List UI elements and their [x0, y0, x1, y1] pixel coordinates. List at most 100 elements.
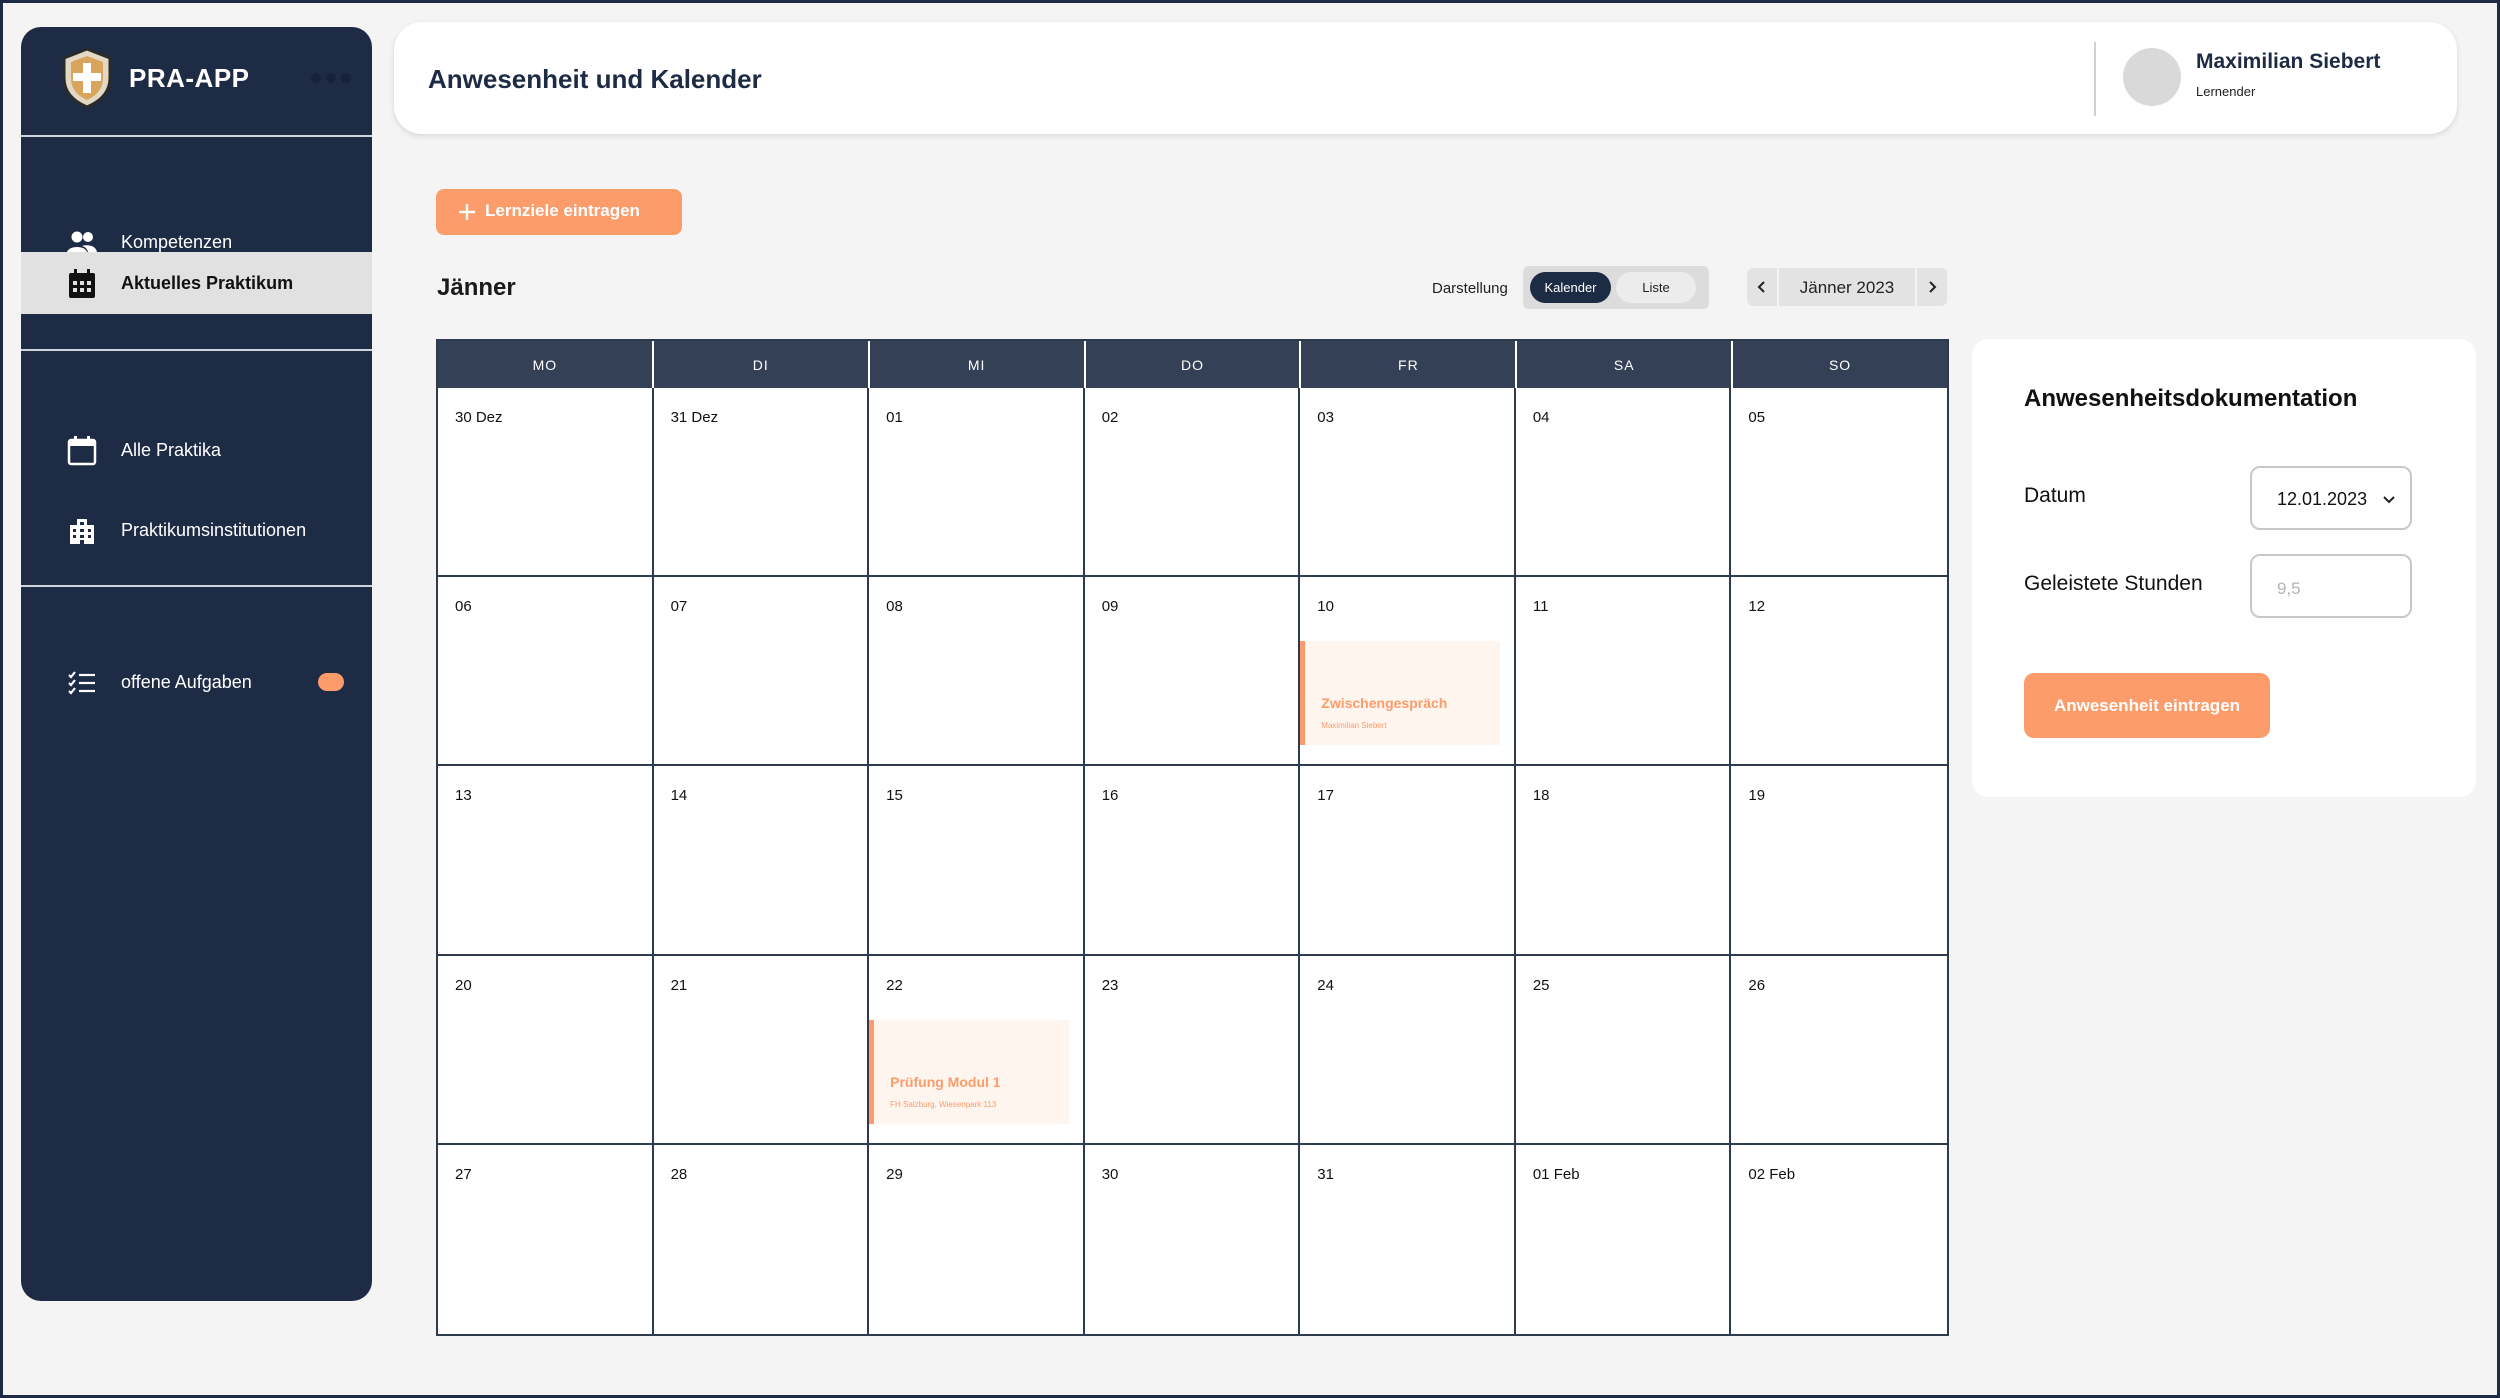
calendar-day-cell[interactable]: 17: [1300, 766, 1516, 956]
calendar-day-cell[interactable]: 20: [438, 955, 654, 1145]
calendar-event[interactable]: Prüfung Modul 1 FH Salzburg, Wiesenpark 1…: [869, 1019, 1070, 1124]
calendar-day-cell[interactable]: 15: [869, 766, 1085, 956]
calendar-day-cell[interactable]: 05: [1731, 388, 1947, 578]
calendar-icon: [67, 436, 97, 466]
calendar-day-cell[interactable]: 07: [653, 577, 870, 767]
weekday-label: FR: [1301, 341, 1518, 388]
calendar-day-cell[interactable]: 13: [438, 766, 654, 956]
divider: [2094, 42, 2096, 116]
day-number: 24: [1317, 976, 1334, 994]
more-options-icon[interactable]: [311, 73, 351, 83]
day-number: 06: [455, 598, 472, 616]
event-subtitle: FH Salzburg, Wiesenpark 113: [890, 1099, 997, 1109]
weekday-label: MI: [870, 341, 1086, 388]
calendar-day-cell[interactable]: 24: [1300, 955, 1516, 1145]
day-number: 02 Feb: [1748, 1165, 1796, 1183]
day-number: 13: [455, 787, 472, 805]
submit-attendance-button[interactable]: Anwesenheit eintragen: [2024, 673, 2270, 738]
prev-month-button[interactable]: [1747, 268, 1779, 306]
calendar-day-cell[interactable]: 01: [869, 388, 1085, 578]
day-number: 19: [1748, 787, 1766, 805]
day-number: 12: [1748, 598, 1766, 616]
notification-badge: [318, 673, 344, 691]
sidebar-item-aktuelles-praktikum[interactable]: Aktuelles Praktikum: [21, 252, 372, 314]
calendar-day-cell[interactable]: 10 Zwischengespräch Maximilian Siebert: [1300, 577, 1516, 767]
chevron-left-icon: [1757, 281, 1765, 293]
day-number: 20: [455, 976, 472, 994]
day-number: 27: [455, 1165, 472, 1183]
calendar-day-cell[interactable]: 29: [869, 1144, 1085, 1334]
day-number: 14: [670, 787, 688, 805]
weekday-label: SA: [1517, 341, 1734, 388]
calendar-day-cell[interactable]: 02 Feb: [1731, 1145, 1947, 1334]
day-number: 25: [1532, 976, 1550, 994]
sidebar-item-alle-praktika[interactable]: Alle Praktika: [21, 419, 372, 481]
calendar-day-cell[interactable]: 06: [438, 577, 654, 767]
calendar-day-cell[interactable]: 31 Dez: [653, 388, 870, 578]
calendar-day-cell[interactable]: 26: [1731, 956, 1947, 1145]
day-number: 29: [886, 1165, 903, 1183]
add-learning-goals-button[interactable]: Lernziele eintragen: [436, 189, 682, 235]
day-number: 05: [1748, 409, 1766, 426]
calendar-day-cell[interactable]: 28: [654, 1144, 870, 1334]
calendar-day-cell[interactable]: 23: [1084, 955, 1301, 1145]
current-month: Jänner 2023: [1799, 278, 1895, 297]
sidebar-item-praktikumsinstitutionen[interactable]: Praktikumsinstitutionen: [21, 499, 372, 561]
calendar-event[interactable]: Zwischengespräch Maximilian Siebert: [1300, 641, 1501, 746]
calendar-day-cell[interactable]: 08: [869, 577, 1085, 767]
day-number: 30: [1101, 1165, 1119, 1183]
calendar-day-cell[interactable]: 04: [1515, 388, 1732, 578]
day-number: 01 Feb: [1532, 1165, 1580, 1183]
calendar-day-cell[interactable]: 01 Feb: [1516, 1144, 1732, 1334]
checklist-icon: [68, 671, 95, 695]
next-month-button[interactable]: [1915, 268, 1947, 306]
view-label: Darstellung: [1432, 280, 1508, 297]
view-option-kalender[interactable]: Kalender: [1530, 272, 1611, 303]
day-number: 02: [1101, 409, 1119, 426]
calendar-day-cell[interactable]: 21: [653, 955, 870, 1145]
view-toggle: Kalender Liste: [1523, 266, 1709, 309]
calendar-day-cell[interactable]: 30 Dez: [438, 388, 654, 578]
calendar-day-cell[interactable]: 25: [1515, 955, 1732, 1145]
calendar-day-cell[interactable]: 30: [1085, 1144, 1301, 1334]
day-number: 11: [1532, 598, 1549, 616]
day-number: 04: [1532, 409, 1550, 426]
weekday-label: DO: [1086, 341, 1302, 388]
date-label: Datum: [2024, 484, 2086, 507]
sidebar-item-label: Alle Praktika: [121, 439, 222, 460]
weekday-label: SO: [1828, 356, 1852, 373]
calendar-day-cell[interactable]: 14: [653, 766, 870, 956]
day-number: 22: [886, 976, 903, 994]
day-number: 26: [1748, 976, 1766, 994]
date-select[interactable]: 12.01.2023: [2250, 466, 2412, 530]
calendar-day-cell[interactable]: 19: [1731, 766, 1947, 956]
chevron-right-icon: [1929, 281, 1937, 293]
calendar-day-cell[interactable]: 02: [1084, 388, 1301, 578]
calendar-day-cell[interactable]: 12: [1731, 577, 1947, 767]
day-number: 31: [1317, 1165, 1334, 1183]
calendar-day-cell[interactable]: 18: [1515, 766, 1732, 956]
calendar-day-cell[interactable]: 09: [1084, 577, 1301, 767]
month-title: Jänner: [437, 274, 516, 301]
weekday-label: MO: [438, 341, 654, 388]
view-option-liste[interactable]: Liste: [1616, 272, 1696, 303]
sidebar-item-label: offene Aufgaben: [121, 671, 252, 692]
event-title: Zwischengespräch: [1321, 695, 1448, 712]
event-subtitle: Maximilian Siebert: [1321, 721, 1387, 731]
sidebar-item-offene-aufgaben[interactable]: offene Aufgaben: [21, 651, 372, 713]
calendar-day-cell[interactable]: 03: [1300, 388, 1516, 578]
calendar-day-cell[interactable]: 31: [1300, 1144, 1516, 1334]
top-header: Anwesenheit und Kalender Maximilian Sieb…: [394, 22, 2457, 134]
calendar-day-cell[interactable]: 11: [1515, 577, 1732, 767]
day-number: 18: [1532, 787, 1550, 805]
calendar-day-cell[interactable]: 27: [438, 1144, 654, 1334]
calendar-grid-icon: [69, 269, 95, 298]
calendar-day-cell[interactable]: 22 Prüfung Modul 1 FH Salzburg, Wiesenpark…: [869, 955, 1085, 1145]
sidebar: PRA-APP Kompetenzen Aktuelles Praktikum …: [21, 27, 372, 1301]
calendar-day-cell[interactable]: 16: [1084, 766, 1301, 956]
avatar[interactable]: [2123, 48, 2181, 106]
hours-input[interactable]: 9,5: [2250, 554, 2412, 618]
divider: [21, 135, 372, 137]
app-name: PRA-APP: [129, 63, 250, 93]
event-title: Prüfung Modul 1: [890, 1073, 1001, 1090]
